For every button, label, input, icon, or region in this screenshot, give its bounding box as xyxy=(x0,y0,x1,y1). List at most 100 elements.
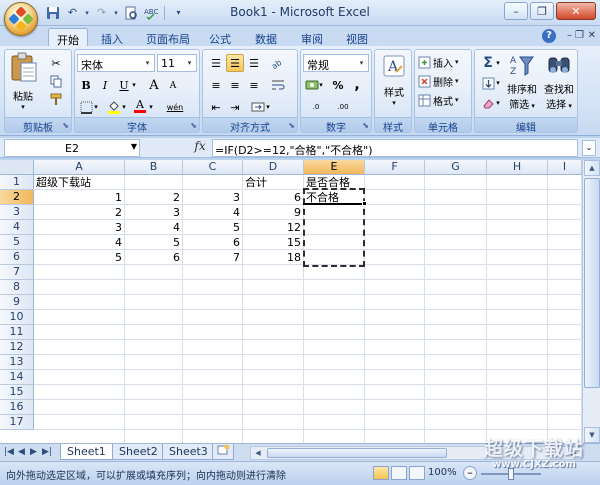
align-left-icon[interactable]: ≡ xyxy=(207,76,225,94)
worksheet-grid[interactable]: A B C D E F G H I 1 2 3 4 5 6 7 8 9 10 11 12 13 14 15 16 17 超级下载站合… xyxy=(0,160,582,443)
insert-cells-button[interactable]: 插入 ▾ xyxy=(417,54,459,70)
cut-icon[interactable]: ✂ xyxy=(47,54,65,72)
office-button[interactable] xyxy=(4,2,38,36)
column-header-h[interactable]: H xyxy=(487,160,548,175)
next-sheet-icon[interactable]: ▶ xyxy=(30,447,37,457)
cell-c4[interactable]: 5 xyxy=(183,220,242,235)
cell-b5[interactable]: 5 xyxy=(125,235,182,250)
row-header-8[interactable]: 8 xyxy=(0,280,34,295)
zoom-slider[interactable] xyxy=(481,468,541,480)
cell-c2[interactable]: 3 xyxy=(183,190,242,205)
column-header-d[interactable]: D xyxy=(243,160,304,175)
cell-a3[interactable]: 2 xyxy=(34,205,124,220)
tab-review[interactable]: 审阅 xyxy=(296,28,328,46)
tab-page-layout[interactable]: 页面布局 xyxy=(140,28,196,46)
fill-dropdown-icon[interactable]: ▾ xyxy=(494,74,502,92)
sheet-tab-3[interactable]: Sheet3 xyxy=(162,444,215,460)
first-sheet-icon[interactable]: |◀ xyxy=(4,447,14,457)
merge-dropdown-icon[interactable]: ▾ xyxy=(264,98,272,116)
tab-view[interactable]: 视图 xyxy=(341,28,373,46)
column-header-f[interactable]: F xyxy=(365,160,425,175)
vertical-scroll-thumb[interactable] xyxy=(584,178,600,388)
row-header-16[interactable]: 16 xyxy=(0,400,34,415)
row-header-12[interactable]: 12 xyxy=(0,340,34,355)
align-bottom-icon[interactable]: ☰ xyxy=(245,54,263,72)
sheet-tab-2[interactable]: Sheet2 xyxy=(112,444,165,460)
paste-dropdown-icon[interactable]: ▾ xyxy=(9,103,37,111)
horizontal-scroll-thumb[interactable] xyxy=(267,448,447,458)
align-center-icon[interactable]: ≡ xyxy=(226,76,244,94)
font-color-dropdown-icon[interactable]: ▾ xyxy=(147,98,155,116)
row-header-3[interactable]: 3 xyxy=(0,205,34,220)
orientation-icon[interactable]: ab xyxy=(269,54,287,72)
insert-sheet-icon[interactable] xyxy=(212,444,234,460)
format-painter-icon[interactable] xyxy=(47,90,65,108)
restore-button[interactable]: ❐ xyxy=(530,2,554,20)
cell-a4[interactable]: 3 xyxy=(34,220,124,235)
row-header-14[interactable]: 14 xyxy=(0,370,34,385)
wrap-text-icon[interactable] xyxy=(269,76,287,94)
styles-button[interactable]: A 样式 ▾ xyxy=(377,54,411,107)
format-cells-button[interactable]: 格式 ▾ xyxy=(417,92,459,108)
find-select-button[interactable]: 查找和 选择 ▾ xyxy=(541,53,577,111)
fill-handle[interactable] xyxy=(362,201,367,206)
active-cell-border[interactable] xyxy=(303,189,365,205)
phonetic-guide-button[interactable]: wén xyxy=(163,98,187,116)
cell-d6[interactable]: 18 xyxy=(243,250,303,265)
cell-c3[interactable]: 4 xyxy=(183,205,242,220)
last-sheet-icon[interactable]: ▶| xyxy=(42,447,52,457)
comma-button[interactable]: , xyxy=(348,76,366,94)
tab-home[interactable]: 开始 xyxy=(48,28,88,47)
clear-dropdown-icon[interactable]: ▾ xyxy=(494,94,502,112)
row-header-9[interactable]: 9 xyxy=(0,295,34,310)
vertical-scrollbar[interactable]: ▲ ▼ xyxy=(582,160,600,443)
underline-dropdown-icon[interactable]: ▾ xyxy=(130,76,138,94)
clipboard-launcher-icon[interactable]: ⬊ xyxy=(62,121,69,130)
align-right-icon[interactable]: ≡ xyxy=(245,76,263,94)
zoom-level[interactable]: 100% xyxy=(428,467,457,478)
row-header-7[interactable]: 7 xyxy=(0,265,34,280)
cell-a6[interactable]: 5 xyxy=(34,250,124,265)
percent-button[interactable]: % xyxy=(329,76,347,94)
align-top-icon[interactable]: ☰ xyxy=(207,54,225,72)
tab-insert[interactable]: 插入 xyxy=(94,28,130,46)
tab-formulas[interactable]: 公式 xyxy=(204,28,236,46)
ribbon-close-icon[interactable]: ✕ xyxy=(588,30,596,41)
decrease-indent-icon[interactable]: ⇤ xyxy=(207,98,225,116)
name-box[interactable]: E2 ▼ xyxy=(4,139,140,157)
page-break-view-icon[interactable] xyxy=(409,466,425,480)
scroll-down-icon[interactable]: ▼ xyxy=(584,427,600,443)
column-header-a[interactable]: A xyxy=(34,160,125,175)
row-header-4[interactable]: 4 xyxy=(0,220,34,235)
cell-b6[interactable]: 6 xyxy=(125,250,182,265)
cell-a2[interactable]: 1 xyxy=(34,190,124,205)
cell-d1[interactable]: 合计 xyxy=(243,175,267,190)
cell-a1[interactable]: 超级下载站 xyxy=(34,175,91,190)
zoom-out-icon[interactable]: – xyxy=(463,466,477,480)
close-button[interactable]: ✕ xyxy=(556,2,596,20)
prev-sheet-icon[interactable]: ◀ xyxy=(18,447,25,457)
row-header-17[interactable]: 17 xyxy=(0,415,34,430)
insert-function-button[interactable]: fx xyxy=(188,139,212,157)
row-header-10[interactable]: 10 xyxy=(0,310,34,325)
paste-button[interactable]: 粘贴 ▾ xyxy=(9,52,37,111)
column-header-g[interactable]: G xyxy=(425,160,487,175)
shrink-font-button[interactable]: A xyxy=(164,77,182,95)
grow-font-button[interactable]: A xyxy=(145,76,163,94)
cell-d5[interactable]: 15 xyxy=(243,235,303,250)
sheet-tab-1[interactable]: Sheet1 xyxy=(60,444,113,460)
font-launcher-icon[interactable]: ⬊ xyxy=(190,121,197,130)
scroll-up-icon[interactable]: ▲ xyxy=(584,160,600,176)
delete-cells-button[interactable]: 删除 ▾ xyxy=(417,73,459,89)
increase-decimal-button[interactable]: .0 xyxy=(305,98,327,116)
expand-formula-bar-icon[interactable]: ⌄ xyxy=(582,140,596,156)
cell-d3[interactable]: 9 xyxy=(243,205,303,220)
fill-color-dropdown-icon[interactable]: ▾ xyxy=(120,98,128,116)
alignment-launcher-icon[interactable]: ⬊ xyxy=(288,121,295,130)
font-name-select[interactable]: 宋体 ▾ xyxy=(77,54,155,72)
help-icon[interactable]: ? xyxy=(542,29,556,43)
increase-indent-icon[interactable]: ⇥ xyxy=(226,98,244,116)
cell-c6[interactable]: 7 xyxy=(183,250,242,265)
column-header-e[interactable]: E xyxy=(304,160,365,175)
cell-c5[interactable]: 6 xyxy=(183,235,242,250)
